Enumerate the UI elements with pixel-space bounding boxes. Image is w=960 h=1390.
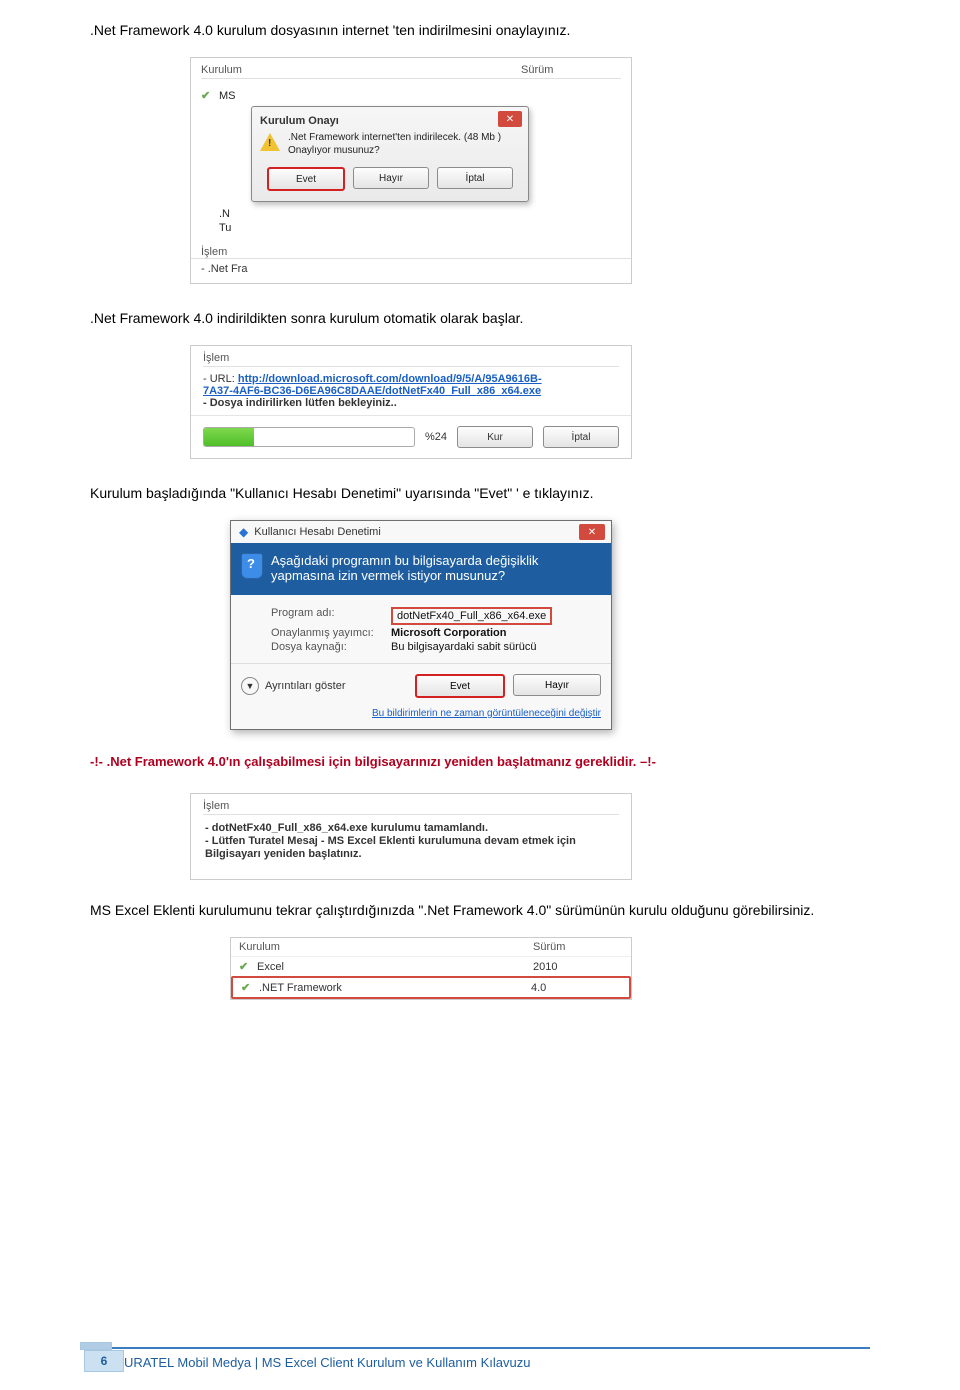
table-row: Tu <box>201 222 621 234</box>
iptal-button[interactable]: İptal <box>437 167 513 189</box>
col-surum: Sürüm <box>521 64 621 76</box>
url-label: - URL: <box>203 373 238 385</box>
row-text: .N <box>219 208 230 220</box>
screenshot-uac-dialog: ◆ Kullanıcı Hesabı Denetimi ✕ Aşağıdaki … <box>230 520 612 730</box>
para-4: MS Excel Eklenti kurulumunu tekrar çalış… <box>90 900 870 921</box>
check-icon: ✔ <box>241 981 253 994</box>
complete-line-1: - dotNetFx40_Full_x86_x64.exe kurulumu t… <box>205 822 617 834</box>
dosya-value: Bu bilgisayardaki sabit sürücü <box>391 641 537 653</box>
check-icon: ✔ <box>239 960 251 973</box>
confirm-dialog: ✕ Kurulum Onayı .Net Framework internet'… <box>251 106 529 202</box>
url-line: - URL: http://download.microsoft.com/dow… <box>203 373 619 385</box>
shield-small-icon: ◆ <box>239 525 248 539</box>
para-3: Kurulum başladığında "Kullanıcı Hesabı D… <box>90 483 870 504</box>
kur-button[interactable]: Kur <box>457 426 533 448</box>
page-number-box: 6 <box>84 1342 124 1372</box>
page-number: 6 <box>84 1350 124 1372</box>
prog-adi-label: Program adı: <box>271 607 381 625</box>
details-toggle[interactable]: ▼ Ayrıntıları göster <box>241 677 346 695</box>
complete-line-2: - Lütfen Turatel Mesaj - MS Excel Eklent… <box>205 835 617 847</box>
screenshot-download-progress: İşlem - URL: http://download.microsoft.c… <box>190 345 632 459</box>
dialog-text-1: .Net Framework internet'ten indirilecek.… <box>288 131 501 144</box>
complete-line-3: Bilgisayarı yeniden başlatınız. <box>205 848 617 860</box>
close-icon[interactable]: ✕ <box>579 524 605 540</box>
progress-percent: %24 <box>425 431 447 443</box>
uac-title-text: Kullanıcı Hesabı Denetimi <box>254 526 381 538</box>
row-version: 4.0 <box>531 982 621 994</box>
para-2: .Net Framework 4.0 indirildikten sonra k… <box>90 308 870 329</box>
download-url-1: http://download.microsoft.com/download/9… <box>238 373 542 385</box>
evet-button[interactable]: Evet <box>415 674 505 698</box>
screenshot-install-complete: İşlem - dotNetFx40_Full_x86_x64.exe kuru… <box>190 793 632 880</box>
warning-icon <box>260 133 280 151</box>
check-icon: ✔ <box>201 89 213 102</box>
table-row: ✔ Excel 2010 <box>231 956 631 976</box>
row-text: MS <box>219 90 236 102</box>
hayir-button[interactable]: Hayır <box>353 167 429 189</box>
islem-label: İşlem <box>191 794 631 814</box>
iptal-button[interactable]: İptal <box>543 426 619 448</box>
col-kurulum: Kurulum <box>239 941 533 953</box>
evet-button[interactable]: Evet <box>267 167 345 191</box>
uac-question: Aşağıdaki programın bu bilgisayarda deği… <box>271 553 538 583</box>
footer-text: TURATEL Mobil Medya | MS Excel Client Ku… <box>90 1347 870 1370</box>
islem-label: İşlem <box>191 346 631 366</box>
col-surum: Sürüm <box>533 941 623 953</box>
download-url-2: 7A37-4AF6-BC36-D6EA96C8DAAE/dotNetFx40_F… <box>203 385 619 397</box>
table-row: ✔ MS <box>201 89 621 102</box>
screenshot-install-confirm: Kurulum Sürüm ✔ MS ✕ Kurulum Onayı .Net … <box>190 57 632 284</box>
table-row: .N <box>201 208 621 220</box>
screenshot-version-table: Kurulum Sürüm ✔ Excel 2010 ✔ .NET Framew… <box>230 937 632 1000</box>
warning-restart: -!- .Net Framework 4.0'ın çalışabilmesi … <box>90 754 870 769</box>
islem-text: - .Net Fra <box>191 263 631 283</box>
uac-settings-link[interactable]: Bu bildirimlerin ne zaman görüntüleneceğ… <box>231 708 611 729</box>
row-name: .NET Framework <box>259 982 342 994</box>
details-label: Ayrıntıları göster <box>265 680 346 692</box>
islem-label: İşlem <box>191 244 631 259</box>
shield-icon <box>241 553 263 579</box>
close-icon[interactable]: ✕ <box>498 111 522 127</box>
chevron-down-icon: ▼ <box>241 677 259 695</box>
col-kurulum: Kurulum <box>201 64 521 76</box>
yayin-value: Microsoft Corporation <box>391 627 507 639</box>
dialog-text-2: Onaylıyor musunuz? <box>288 144 501 157</box>
wait-text: - Dosya indirilirken lütfen bekleyiniz.. <box>203 397 619 409</box>
row-text: Tu <box>219 222 231 234</box>
yayin-label: Onaylanmış yayımcı: <box>271 627 381 639</box>
row-name: Excel <box>257 961 284 973</box>
para-1: .Net Framework 4.0 kurulum dosyasının in… <box>90 20 870 41</box>
row-version: 2010 <box>533 961 623 973</box>
hayir-button[interactable]: Hayır <box>513 674 601 696</box>
dialog-title: Kurulum Onayı <box>260 115 520 127</box>
dosya-label: Dosya kaynağı: <box>271 641 381 653</box>
prog-adi-value: dotNetFx40_Full_x86_x64.exe <box>391 607 552 625</box>
table-row-highlighted: ✔ .NET Framework 4.0 <box>231 976 631 999</box>
progress-bar <box>203 427 415 447</box>
